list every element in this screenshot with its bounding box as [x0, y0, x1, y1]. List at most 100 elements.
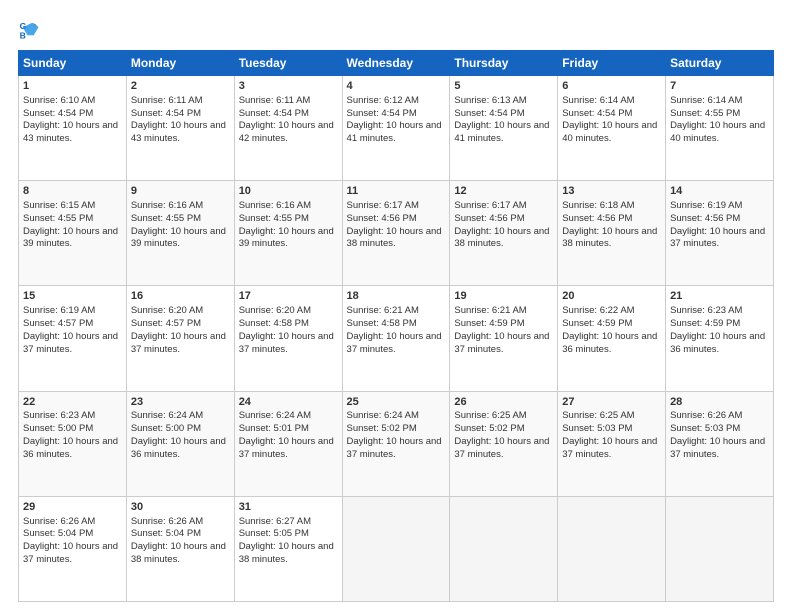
- col-friday: Friday: [558, 51, 666, 76]
- calendar-cell: 23Sunrise: 6:24 AMSunset: 5:00 PMDayligh…: [126, 391, 234, 496]
- calendar-cell: 13Sunrise: 6:18 AMSunset: 4:56 PMDayligh…: [558, 181, 666, 286]
- calendar-cell: 6Sunrise: 6:14 AMSunset: 4:54 PMDaylight…: [558, 76, 666, 181]
- day-info: Sunrise: 6:26 AMSunset: 5:04 PMDaylight:…: [131, 516, 226, 565]
- day-number: 31: [239, 500, 338, 515]
- day-info: Sunrise: 6:15 AMSunset: 4:55 PMDaylight:…: [23, 200, 118, 249]
- day-info: Sunrise: 6:11 AMSunset: 4:54 PMDaylight:…: [131, 95, 226, 144]
- col-sunday: Sunday: [19, 51, 127, 76]
- col-wednesday: Wednesday: [342, 51, 450, 76]
- day-info: Sunrise: 6:25 AMSunset: 5:03 PMDaylight:…: [562, 410, 657, 459]
- day-info: Sunrise: 6:19 AMSunset: 4:56 PMDaylight:…: [670, 200, 765, 249]
- calendar-cell: 1Sunrise: 6:10 AMSunset: 4:54 PMDaylight…: [19, 76, 127, 181]
- col-monday: Monday: [126, 51, 234, 76]
- calendar-cell: 8Sunrise: 6:15 AMSunset: 4:55 PMDaylight…: [19, 181, 127, 286]
- day-number: 17: [239, 289, 338, 304]
- day-info: Sunrise: 6:21 AMSunset: 4:58 PMDaylight:…: [347, 305, 442, 354]
- day-number: 9: [131, 184, 230, 199]
- calendar-cell: 20Sunrise: 6:22 AMSunset: 4:59 PMDayligh…: [558, 286, 666, 391]
- page: G B Sunday Monday Tuesday Wednesday Thur…: [0, 0, 792, 612]
- day-info: Sunrise: 6:21 AMSunset: 4:59 PMDaylight:…: [454, 305, 549, 354]
- calendar-cell: 16Sunrise: 6:20 AMSunset: 4:57 PMDayligh…: [126, 286, 234, 391]
- day-number: 25: [347, 395, 446, 410]
- day-number: 20: [562, 289, 661, 304]
- day-number: 8: [23, 184, 122, 199]
- day-info: Sunrise: 6:20 AMSunset: 4:58 PMDaylight:…: [239, 305, 334, 354]
- day-info: Sunrise: 6:14 AMSunset: 4:55 PMDaylight:…: [670, 95, 765, 144]
- day-info: Sunrise: 6:13 AMSunset: 4:54 PMDaylight:…: [454, 95, 549, 144]
- calendar-cell: [666, 496, 774, 601]
- calendar-cell: 4Sunrise: 6:12 AMSunset: 4:54 PMDaylight…: [342, 76, 450, 181]
- day-info: Sunrise: 6:27 AMSunset: 5:05 PMDaylight:…: [239, 516, 334, 565]
- calendar-cell: 27Sunrise: 6:25 AMSunset: 5:03 PMDayligh…: [558, 391, 666, 496]
- calendar-week-row: 22Sunrise: 6:23 AMSunset: 5:00 PMDayligh…: [19, 391, 774, 496]
- logo: G B: [18, 18, 44, 40]
- calendar-cell: 11Sunrise: 6:17 AMSunset: 4:56 PMDayligh…: [342, 181, 450, 286]
- day-info: Sunrise: 6:12 AMSunset: 4:54 PMDaylight:…: [347, 95, 442, 144]
- calendar-cell: 2Sunrise: 6:11 AMSunset: 4:54 PMDaylight…: [126, 76, 234, 181]
- day-number: 26: [454, 395, 553, 410]
- day-number: 27: [562, 395, 661, 410]
- calendar-cell: 10Sunrise: 6:16 AMSunset: 4:55 PMDayligh…: [234, 181, 342, 286]
- day-info: Sunrise: 6:14 AMSunset: 4:54 PMDaylight:…: [562, 95, 657, 144]
- day-info: Sunrise: 6:18 AMSunset: 4:56 PMDaylight:…: [562, 200, 657, 249]
- calendar-cell: 17Sunrise: 6:20 AMSunset: 4:58 PMDayligh…: [234, 286, 342, 391]
- day-number: 21: [670, 289, 769, 304]
- calendar-cell: 3Sunrise: 6:11 AMSunset: 4:54 PMDaylight…: [234, 76, 342, 181]
- day-number: 24: [239, 395, 338, 410]
- day-info: Sunrise: 6:16 AMSunset: 4:55 PMDaylight:…: [239, 200, 334, 249]
- calendar-cell: 25Sunrise: 6:24 AMSunset: 5:02 PMDayligh…: [342, 391, 450, 496]
- col-thursday: Thursday: [450, 51, 558, 76]
- day-number: 23: [131, 395, 230, 410]
- calendar-cell: [342, 496, 450, 601]
- calendar-cell: 12Sunrise: 6:17 AMSunset: 4:56 PMDayligh…: [450, 181, 558, 286]
- day-number: 18: [347, 289, 446, 304]
- day-info: Sunrise: 6:20 AMSunset: 4:57 PMDaylight:…: [131, 305, 226, 354]
- day-info: Sunrise: 6:26 AMSunset: 5:04 PMDaylight:…: [23, 516, 118, 565]
- header: G B: [18, 18, 774, 40]
- day-info: Sunrise: 6:26 AMSunset: 5:03 PMDaylight:…: [670, 410, 765, 459]
- calendar-cell: 31Sunrise: 6:27 AMSunset: 5:05 PMDayligh…: [234, 496, 342, 601]
- day-info: Sunrise: 6:11 AMSunset: 4:54 PMDaylight:…: [239, 95, 334, 144]
- calendar-cell: 28Sunrise: 6:26 AMSunset: 5:03 PMDayligh…: [666, 391, 774, 496]
- day-number: 16: [131, 289, 230, 304]
- calendar-table: Sunday Monday Tuesday Wednesday Thursday…: [18, 50, 774, 602]
- day-number: 6: [562, 79, 661, 94]
- day-number: 30: [131, 500, 230, 515]
- day-number: 4: [347, 79, 446, 94]
- calendar-cell: 22Sunrise: 6:23 AMSunset: 5:00 PMDayligh…: [19, 391, 127, 496]
- calendar-cell: 29Sunrise: 6:26 AMSunset: 5:04 PMDayligh…: [19, 496, 127, 601]
- day-number: 14: [670, 184, 769, 199]
- day-number: 3: [239, 79, 338, 94]
- calendar-cell: 7Sunrise: 6:14 AMSunset: 4:55 PMDaylight…: [666, 76, 774, 181]
- calendar-cell: 26Sunrise: 6:25 AMSunset: 5:02 PMDayligh…: [450, 391, 558, 496]
- day-info: Sunrise: 6:16 AMSunset: 4:55 PMDaylight:…: [131, 200, 226, 249]
- logo-icon: G B: [18, 18, 40, 40]
- day-number: 11: [347, 184, 446, 199]
- calendar-cell: [558, 496, 666, 601]
- day-info: Sunrise: 6:17 AMSunset: 4:56 PMDaylight:…: [454, 200, 549, 249]
- day-number: 28: [670, 395, 769, 410]
- day-info: Sunrise: 6:24 AMSunset: 5:01 PMDaylight:…: [239, 410, 334, 459]
- day-info: Sunrise: 6:23 AMSunset: 5:00 PMDaylight:…: [23, 410, 118, 459]
- day-number: 10: [239, 184, 338, 199]
- col-saturday: Saturday: [666, 51, 774, 76]
- calendar-cell: 14Sunrise: 6:19 AMSunset: 4:56 PMDayligh…: [666, 181, 774, 286]
- day-info: Sunrise: 6:24 AMSunset: 5:00 PMDaylight:…: [131, 410, 226, 459]
- day-number: 13: [562, 184, 661, 199]
- calendar-cell: 5Sunrise: 6:13 AMSunset: 4:54 PMDaylight…: [450, 76, 558, 181]
- day-info: Sunrise: 6:19 AMSunset: 4:57 PMDaylight:…: [23, 305, 118, 354]
- day-info: Sunrise: 6:23 AMSunset: 4:59 PMDaylight:…: [670, 305, 765, 354]
- day-info: Sunrise: 6:10 AMSunset: 4:54 PMDaylight:…: [23, 95, 118, 144]
- day-number: 1: [23, 79, 122, 94]
- calendar-cell: 15Sunrise: 6:19 AMSunset: 4:57 PMDayligh…: [19, 286, 127, 391]
- calendar-header-row: Sunday Monday Tuesday Wednesday Thursday…: [19, 51, 774, 76]
- calendar-cell: 19Sunrise: 6:21 AMSunset: 4:59 PMDayligh…: [450, 286, 558, 391]
- svg-text:B: B: [20, 30, 26, 40]
- day-info: Sunrise: 6:17 AMSunset: 4:56 PMDaylight:…: [347, 200, 442, 249]
- day-info: Sunrise: 6:22 AMSunset: 4:59 PMDaylight:…: [562, 305, 657, 354]
- calendar-cell: 9Sunrise: 6:16 AMSunset: 4:55 PMDaylight…: [126, 181, 234, 286]
- calendar-cell: 24Sunrise: 6:24 AMSunset: 5:01 PMDayligh…: [234, 391, 342, 496]
- calendar-week-row: 15Sunrise: 6:19 AMSunset: 4:57 PMDayligh…: [19, 286, 774, 391]
- day-number: 7: [670, 79, 769, 94]
- calendar-cell: 18Sunrise: 6:21 AMSunset: 4:58 PMDayligh…: [342, 286, 450, 391]
